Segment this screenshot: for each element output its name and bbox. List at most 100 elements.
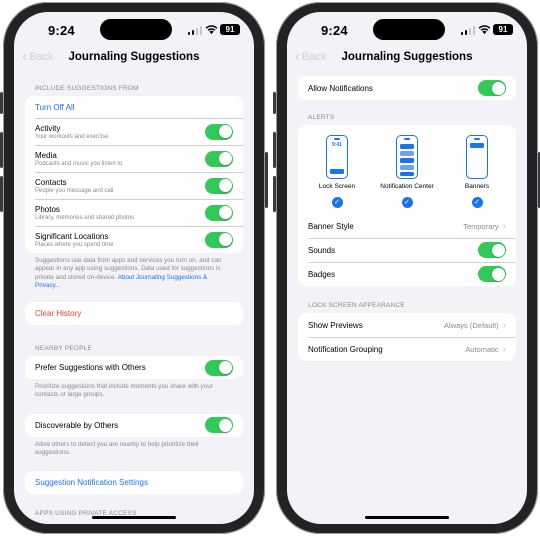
banner-style-value: Temporary: [463, 221, 499, 231]
show-previews-value: Always (Default): [444, 320, 499, 330]
cellular-signal-icon: [187, 26, 202, 35]
section-header-include: INCLUDE SUGGESTIONS FROM: [35, 85, 139, 92]
left-phone-frame: 9:24 91 ‹ Back Journaling Suggestions IN…: [0, 2, 268, 534]
clear-history-group: Clear History: [25, 302, 243, 326]
contacts-toggle[interactable]: [205, 177, 233, 194]
page-title: Journaling Suggestions: [341, 51, 473, 63]
badges-row: Badges: [298, 262, 516, 286]
alert-option-banners[interactable]: Banners ✓: [442, 135, 512, 208]
badges-toggle[interactable]: [478, 266, 506, 282]
discoverable-label: Discoverable by Others: [35, 420, 119, 430]
alert-option-label: Notification Center: [380, 183, 434, 190]
navigation-bar: ‹ Back Journaling Suggestions: [14, 49, 254, 69]
banner-style-label: Banner Style: [308, 221, 354, 231]
left-settings-list: INCLUDE SUGGESTIONS FROM Turn Off All Ac…: [25, 85, 243, 521]
alert-option-lock-screen[interactable]: 9:41 Lock Screen ✓: [302, 135, 372, 208]
alert-option-notification-center[interactable]: Notification Center ✓: [372, 135, 442, 208]
clear-history-label: Clear History: [35, 309, 82, 319]
chevron-right-icon: ›: [502, 319, 506, 331]
notification-settings-group: Suggestion Notification Settings: [25, 471, 243, 495]
wifi-icon: [478, 25, 491, 34]
action-button: [0, 92, 3, 114]
source-title: Media: [35, 150, 57, 160]
battery-icon: 91: [493, 24, 513, 35]
home-indicator: [92, 516, 176, 519]
checkmark-icon: ✓: [471, 197, 483, 208]
action-button: [273, 92, 276, 114]
dynamic-island: [100, 19, 172, 40]
source-row-media: Media Podcasts and music you listen to: [25, 145, 243, 172]
section-header-alerts: ALERTS: [308, 114, 335, 121]
lock-screen-preview-icon: 9:41: [326, 135, 348, 179]
volume-down-button: [0, 176, 3, 212]
allow-notifications-label: Allow Notifications: [308, 83, 373, 93]
notification-center-preview-icon: [396, 135, 418, 179]
chevron-right-icon: ›: [502, 343, 506, 355]
source-title: Contacts: [35, 177, 67, 187]
activity-toggle[interactable]: [205, 123, 233, 140]
source-title: Significant Locations: [35, 231, 109, 241]
power-button: [265, 152, 268, 208]
badges-label: Badges: [308, 269, 336, 279]
lock-screen-group: Show Previews Always (Default) › Notific…: [298, 313, 516, 361]
show-previews-row[interactable]: Show Previews Always (Default) ›: [298, 313, 516, 337]
alert-option-label: Lock Screen: [318, 183, 356, 190]
notification-grouping-row[interactable]: Notification Grouping Automatic ›: [298, 337, 516, 361]
source-subtitle: Podcasts and music you listen to: [35, 160, 123, 167]
prefer-suggestions-label: Prefer Suggestions with Others: [35, 363, 146, 373]
clear-history-button[interactable]: Clear History: [25, 302, 243, 325]
status-bar: 9:24 91: [287, 12, 527, 42]
source-row-photos: Photos Library, memories and shared phot…: [25, 199, 243, 226]
source-subtitle: Your workouts and exercise: [35, 133, 109, 140]
lock-screen-time: 9:41: [331, 142, 342, 148]
allow-notifications-group: Allow Notifications: [298, 76, 516, 100]
privacy-footer: Suggestions use data from apps and servi…: [25, 253, 243, 290]
sounds-label: Sounds: [308, 245, 336, 255]
section-header-lock-screen: LOCK SCREEN APPEARANCE: [308, 302, 405, 309]
media-toggle[interactable]: [205, 150, 233, 167]
source-row-contacts: Contacts People you message and call: [25, 172, 243, 199]
wifi-icon: [205, 25, 218, 34]
notification-settings-button[interactable]: Suggestion Notification Settings: [25, 471, 243, 494]
turn-off-all-button[interactable]: Turn Off All: [25, 96, 243, 118]
allow-notifications-row: Allow Notifications: [298, 76, 516, 100]
prefer-suggestions-toggle[interactable]: [205, 359, 233, 376]
notification-settings-label: Suggestion Notification Settings: [35, 478, 148, 488]
volume-down-button: [273, 176, 276, 212]
source-row-significant-locations: Significant Locations Places where you s…: [25, 226, 243, 253]
sounds-toggle[interactable]: [478, 242, 506, 258]
significant-locations-toggle[interactable]: [205, 231, 233, 248]
notification-grouping-value: Automatic: [465, 344, 499, 354]
source-title: Activity: [35, 123, 61, 133]
page-title: Journaling Suggestions: [68, 51, 200, 63]
navigation-bar: ‹ Back Journaling Suggestions: [287, 49, 527, 69]
turn-off-all-label: Turn Off All: [35, 102, 75, 112]
source-subtitle: Places where you spend time: [35, 241, 114, 248]
volume-up-button: [273, 132, 276, 168]
discoverable-row: Discoverable by Others: [25, 414, 243, 437]
photos-toggle[interactable]: [205, 204, 233, 221]
battery-icon: 91: [220, 24, 240, 35]
prefer-footer: Prioritize suggestions that include mome…: [35, 383, 213, 399]
discoverable-group: Discoverable by Others: [25, 413, 243, 437]
right-settings-list: Allow Notifications ALERTS 9:41 Lock Scr…: [298, 76, 516, 361]
checkmark-icon: ✓: [331, 197, 343, 208]
sources-group: Turn Off All Activity Your workouts and …: [25, 96, 243, 253]
right-phone-frame: 9:24 91 ‹ Back Journaling Suggestions Al…: [273, 2, 540, 534]
discoverable-toggle[interactable]: [205, 417, 233, 434]
allow-notifications-toggle[interactable]: [478, 80, 506, 96]
section-header-nearby: NEARBY PEOPLE: [35, 345, 93, 353]
source-row-activity: Activity Your workouts and exercise: [25, 118, 243, 145]
status-bar: 9:24 91: [14, 12, 254, 42]
banner-style-row[interactable]: Banner Style Temporary ›: [298, 214, 516, 238]
prefer-group: Prefer Suggestions with Others: [25, 356, 243, 380]
banners-preview-icon: [466, 135, 488, 179]
prefer-suggestions-row: Prefer Suggestions with Others: [25, 356, 243, 379]
source-title: Photos: [35, 204, 60, 214]
home-indicator: [365, 516, 449, 519]
right-screen: 9:24 91 ‹ Back Journaling Suggestions Al…: [287, 12, 527, 524]
checkmark-icon: ✓: [401, 197, 413, 208]
alerts-group: 9:41 Lock Screen ✓ Notification Center ✓…: [298, 125, 516, 286]
left-screen: 9:24 91 ‹ Back Journaling Suggestions IN…: [14, 12, 254, 524]
status-time: 9:24: [321, 23, 348, 38]
